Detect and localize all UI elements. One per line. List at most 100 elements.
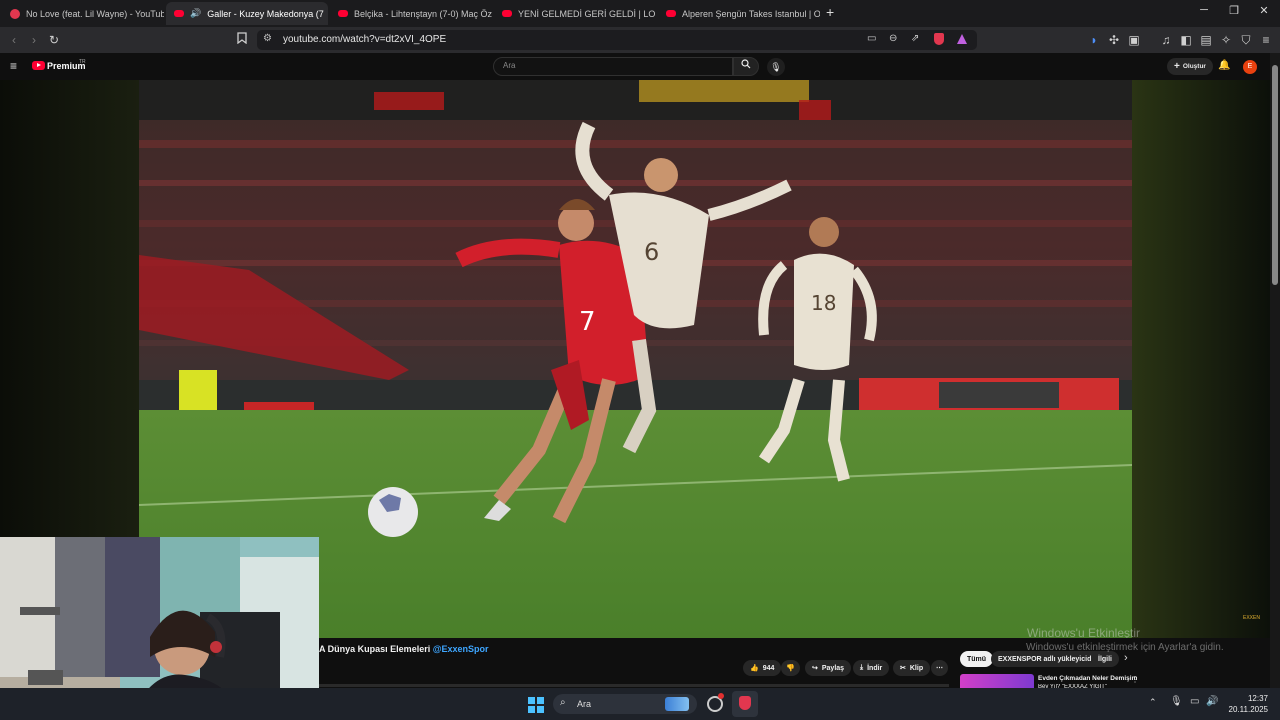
taskbar-clock[interactable]: 12:37 20.11.2025	[1228, 694, 1268, 714]
create-button[interactable]: + Oluştur	[1167, 58, 1213, 75]
taskbar-search-box[interactable]: ⌕ Ara	[553, 694, 697, 714]
restore-icon[interactable]: ❐	[1219, 4, 1249, 22]
windows-activation-title: Windows'u Etkinleştir	[1027, 626, 1140, 638]
volume-icon[interactable]: 🔊	[1206, 696, 1218, 707]
page-scrollbar[interactable]	[1270, 53, 1280, 688]
network-icon[interactable]: ▭	[1190, 696, 1199, 707]
share-button[interactable]: ↪ Paylaş	[805, 660, 852, 676]
like-button[interactable]: 👍 944	[743, 660, 782, 676]
download-label: İndir	[867, 664, 883, 672]
vpn-icon[interactable]: ⛉	[1237, 30, 1255, 50]
tab-title: Belçika - Lihtenştayn (7-0) Maç Özeti	[354, 8, 492, 19]
youtube-icon	[502, 10, 512, 17]
chip-related[interactable]: İlgili	[1091, 651, 1119, 667]
share-icon: ↪	[812, 665, 818, 672]
svg-text:6: 6	[644, 238, 659, 266]
speaker-icon[interactable]: 🔊	[190, 8, 201, 19]
youtube-header: ≡ Premium TR Ara 🎙 + Oluştur 🔔 E	[0, 53, 1270, 80]
suggested-title[interactable]: Evden Çıkmadan Neler Demişim	[1038, 675, 1137, 682]
more-icon: ⋯	[936, 665, 943, 672]
youtube-logo-icon[interactable]	[32, 61, 45, 70]
address-bar[interactable]: ⚙ youtube.com/watch?v=dt2xVI_4OPE ▭ ⊖ ⇗	[257, 30, 977, 50]
close-window-icon[interactable]: ✕	[1249, 4, 1279, 22]
windows-taskbar: ⌕ Ara ⌃ 🎙 ▭ 🔊 12:37 20.11.2025	[0, 688, 1280, 720]
chip-all[interactable]: Tümü	[960, 651, 994, 667]
search-input[interactable]: Ara	[493, 57, 733, 76]
microphone-icon[interactable]: 🎙	[1170, 696, 1183, 707]
youtube-icon	[338, 10, 348, 17]
search-highlight-icon	[665, 697, 689, 711]
leo-icon[interactable]: ✧	[1217, 30, 1235, 50]
taskbar-search-label: Ara	[577, 699, 592, 709]
browser-tab[interactable]: Alperen Şengün Takes Istanbul | OFF	[658, 2, 820, 25]
share-page-icon[interactable]: ⇗	[911, 33, 919, 44]
url-text[interactable]: youtube.com/watch?v=dt2xVI_4OPE	[283, 34, 446, 45]
region-code: TR	[79, 59, 86, 65]
brave-rewards-icon[interactable]	[957, 34, 967, 44]
reload-icon[interactable]: ↻	[45, 30, 63, 50]
chip-from-uploader[interactable]: EXXENSPOR adlı yükleyiciden	[991, 651, 1107, 667]
minimize-icon[interactable]: ─	[1189, 4, 1219, 22]
sidebar-icon[interactable]: ◧	[1177, 30, 1195, 50]
clip-button[interactable]: ✂ Klip	[893, 660, 931, 676]
video-title: A Dünya Kupası Elemeleri @ExxenSpor	[319, 644, 489, 654]
clock-date: 20.11.2025	[1228, 705, 1268, 714]
video-blur-right	[1132, 80, 1270, 638]
site-settings-icon[interactable]: ⚙	[263, 33, 272, 44]
media-icon[interactable]: ♫	[1157, 30, 1175, 50]
brave-taskbar-button[interactable]	[732, 691, 758, 717]
plus-icon: +	[1174, 61, 1180, 72]
bookmark-icon[interactable]	[233, 30, 251, 50]
avatar[interactable]: E	[1243, 60, 1257, 74]
brave-shields-icon[interactable]	[934, 33, 944, 45]
suggested-thumbnail[interactable]	[960, 674, 1034, 688]
browser-tab-strip: No Love (feat. Lil Wayne) - YouTube M 🔊 …	[0, 0, 1280, 27]
obs-icon[interactable]	[707, 693, 724, 712]
leo-ai-icon[interactable]: ◗	[1085, 30, 1103, 50]
new-tab-button[interactable]: +	[826, 4, 834, 20]
browser-toolbar: ‹ › ↻ ⚙ youtube.com/watch?v=dt2xVI_4OPE …	[0, 27, 1280, 53]
menu-icon[interactable]: ≡	[1257, 30, 1275, 50]
hamburger-menu-icon[interactable]: ≡	[10, 59, 17, 73]
forward-icon[interactable]: ›	[25, 30, 43, 50]
chevron-right-icon[interactable]: ›	[1124, 652, 1128, 664]
video-title-text: A Dünya Kupası Elemeleri	[319, 644, 431, 654]
clock-time: 12:37	[1247, 694, 1268, 703]
more-actions-button[interactable]: ⋯	[931, 660, 948, 676]
search-button[interactable]	[733, 57, 759, 76]
thumbs-down-icon: 👎	[786, 665, 795, 672]
windows-start-icon[interactable]	[528, 697, 544, 713]
notifications-bell-icon[interactable]: 🔔	[1218, 60, 1230, 71]
browser-tab[interactable]: Belçika - Lihtenştayn (7-0) Maç Özeti	[330, 2, 492, 25]
svg-text:7: 7	[579, 307, 596, 337]
scissors-icon: ✂	[900, 665, 906, 672]
dislike-button[interactable]: 👎	[781, 660, 800, 676]
zoom-icon[interactable]: ⊖	[889, 33, 897, 44]
brave-icon	[10, 8, 20, 19]
voice-search-icon[interactable]: 🎙	[767, 58, 785, 76]
scrollbar-thumb[interactable]	[1272, 65, 1278, 285]
thumbs-up-icon: 👍	[750, 665, 759, 672]
like-count: 944	[762, 664, 775, 672]
browser-tab[interactable]: No Love (feat. Lil Wayne) - YouTube M	[2, 2, 164, 25]
download-icon: ⤓	[860, 664, 864, 671]
extensions-icon[interactable]: ✣	[1105, 30, 1123, 50]
brave-icon	[739, 696, 751, 710]
wallet-icon[interactable]: ▣	[1125, 30, 1143, 50]
create-label: Oluştur	[1182, 63, 1206, 70]
suggested-more-icon[interactable]: ⋮	[1131, 675, 1139, 684]
browser-tab-active[interactable]: 🔊 Galler - Kuzey Makedonya (7 ✕	[166, 2, 328, 25]
brave-wallet-icon[interactable]: ▤	[1197, 30, 1215, 50]
download-button[interactable]: ⤓ İndir	[853, 660, 890, 676]
browser-tab[interactable]: YENİ GELMEDİ GERİ GELDİ | LOL YAY	[494, 2, 656, 25]
youtube-icon	[174, 10, 184, 17]
tab-title: Galler - Kuzey Makedonya (7	[207, 8, 324, 19]
clip-label: Klip	[909, 664, 924, 672]
back-icon[interactable]: ‹	[5, 30, 23, 50]
search-placeholder: Ara	[503, 61, 516, 70]
tray-chevron-up-icon[interactable]: ⌃	[1149, 697, 1157, 708]
youtube-icon	[666, 10, 676, 17]
channel-hashtag-link[interactable]: @ExxenSpor	[433, 644, 489, 654]
windows-activation-subtitle: Windows'u etkinleştirmek için Ayarlar'a …	[1026, 642, 1224, 653]
cast-icon[interactable]: ▭	[867, 33, 876, 44]
